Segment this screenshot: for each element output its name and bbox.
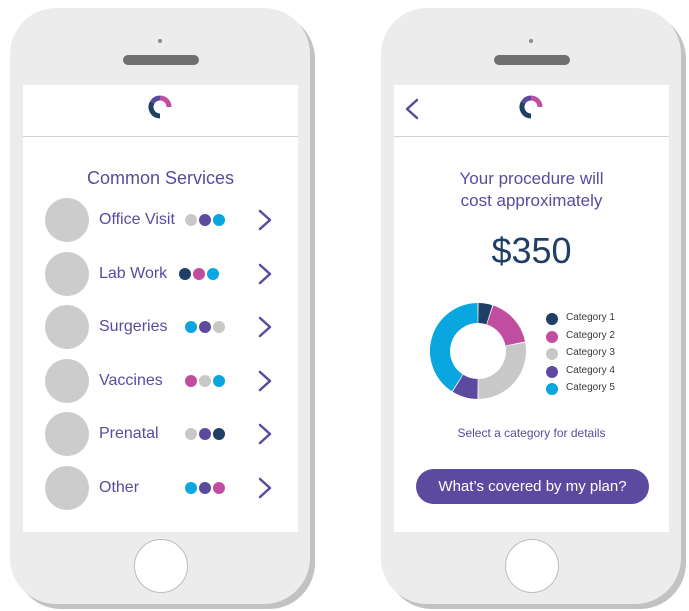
service-row[interactable]: Office Visit — [23, 198, 298, 244]
home-button[interactable] — [505, 539, 559, 593]
service-row[interactable]: Prenatal — [23, 412, 298, 458]
service-thumbnail — [45, 412, 89, 456]
chevron-right-icon[interactable] — [257, 422, 273, 446]
legend-label: Category 4 — [566, 364, 615, 376]
legend-item[interactable]: Category 3 — [546, 346, 656, 364]
headline-line-1: Your procedure will — [459, 169, 604, 188]
legend-swatch — [546, 365, 558, 378]
category-dot — [199, 321, 211, 333]
category-dot — [199, 428, 211, 440]
category-dot — [185, 428, 197, 440]
category-dots — [185, 321, 227, 333]
price-amount: $350 — [491, 230, 572, 271]
legend-swatch — [546, 348, 558, 360]
service-label: Other — [99, 478, 140, 496]
category-dot — [213, 214, 225, 226]
category-dot — [213, 481, 225, 494]
category-dot — [207, 267, 219, 280]
chevron-right-icon[interactable] — [257, 369, 273, 393]
category-dots — [179, 267, 221, 280]
category-dot — [199, 481, 211, 494]
logo-icon — [519, 95, 543, 119]
speaker — [123, 55, 199, 65]
category-dot — [213, 428, 225, 440]
category-dot — [213, 374, 225, 387]
chevron-right-icon[interactable] — [257, 476, 273, 500]
service-row[interactable]: Vaccines — [23, 358, 298, 405]
screen-cost-estimate: Your procedure will cost approximately $… — [394, 85, 669, 532]
chevron-right-icon[interactable] — [257, 208, 273, 232]
legend-swatch — [546, 330, 558, 343]
service-label: Vaccines — [99, 371, 163, 389]
chevron-right-icon[interactable] — [257, 262, 273, 286]
category-dot — [185, 374, 197, 387]
home-button[interactable] — [134, 539, 188, 593]
logo-icon — [148, 95, 172, 119]
category-dot — [185, 214, 197, 226]
category-dot — [213, 321, 225, 333]
service-label: Prenatal — [99, 425, 159, 442]
service-thumbnail — [45, 305, 89, 349]
page-title: Common Services — [86, 168, 235, 188]
category-dot — [193, 267, 205, 280]
speaker — [494, 55, 570, 65]
coverage-button[interactable]: What’s covered by my plan? — [416, 469, 649, 504]
category-dots — [185, 374, 227, 387]
service-row[interactable]: Surgeries — [23, 305, 298, 351]
cost-donut-chart[interactable] — [428, 301, 528, 401]
legend-label: Category 5 — [566, 382, 615, 393]
screen-common-services: Common Services Office Visit Lab Work Surg… — [23, 85, 298, 532]
service-thumbnail — [45, 251, 89, 296]
category-dots — [185, 428, 227, 440]
category-dot — [199, 214, 211, 226]
phone-left: Common Services Office Visit Lab Work Surg… — [10, 8, 310, 604]
legend-swatch — [546, 313, 558, 325]
category-dot — [185, 481, 197, 494]
service-label: Office Visit — [99, 211, 175, 228]
app-bar — [23, 85, 298, 137]
donut-segment[interactable] — [477, 342, 526, 399]
service-row[interactable]: Other — [23, 465, 298, 512]
category-dot — [199, 374, 211, 387]
category-dot — [179, 267, 191, 280]
category-legend: Category 1 Category 2 Category 3 Category 4… — [546, 311, 656, 399]
service-row[interactable]: Lab Work — [23, 251, 298, 298]
hint-text: Select a category for details — [457, 426, 606, 440]
legend-item[interactable]: Category 4 — [546, 364, 656, 382]
camera — [529, 39, 533, 43]
headline-line-2: cost approximately — [460, 191, 603, 210]
category-dot — [185, 321, 197, 333]
donut-segment[interactable] — [477, 303, 493, 325]
service-thumbnail — [45, 358, 89, 403]
app-bar — [394, 85, 669, 137]
legend-item[interactable]: Category 1 — [546, 311, 656, 329]
chevron-right-icon[interactable] — [257, 315, 273, 339]
donut-segment[interactable] — [486, 305, 526, 347]
service-label: Surgeries — [99, 318, 168, 335]
phone-right: Your procedure will cost approximately $… — [381, 8, 681, 604]
service-label: Lab Work — [99, 264, 168, 282]
camera — [158, 39, 162, 43]
legend-item[interactable]: Category 2 — [546, 329, 656, 347]
category-dots — [185, 214, 227, 226]
back-chevron-icon[interactable] — [402, 97, 422, 121]
donut-segment[interactable] — [430, 303, 479, 392]
service-thumbnail — [45, 465, 89, 510]
donut-segment[interactable] — [452, 374, 479, 399]
legend-label: Category 1 — [566, 312, 615, 323]
category-dots — [185, 481, 227, 494]
legend-item[interactable]: Category 5 — [546, 381, 656, 399]
legend-label: Category 3 — [566, 347, 615, 358]
legend-swatch — [546, 383, 558, 395]
legend-label: Category 2 — [566, 329, 615, 341]
service-thumbnail — [45, 198, 89, 242]
